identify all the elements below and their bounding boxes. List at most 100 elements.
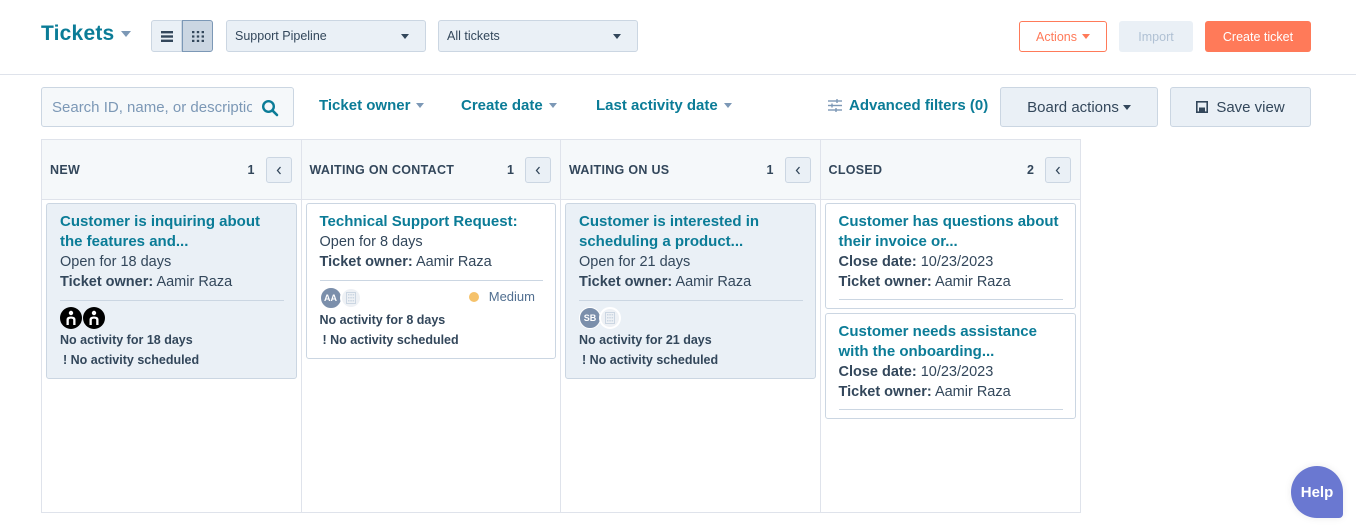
ticket-title[interactable]: Customer is interested in scheduling a p…	[579, 212, 803, 252]
page-title: Tickets	[41, 22, 115, 45]
filter-label: Create date	[461, 97, 543, 114]
board-view-button[interactable]	[182, 20, 213, 52]
pipeline-select-value: Support Pipeline	[235, 29, 327, 43]
scheduled-status: ! No activity scheduled	[582, 353, 719, 367]
filter-last-activity-date[interactable]: Last activity date	[596, 97, 732, 114]
ticket-close-date: Close date: 10/23/2023	[839, 362, 1064, 382]
column-count: 1	[247, 163, 255, 177]
board-actions-button[interactable]: Board actions	[1000, 87, 1158, 127]
filter-label: Last activity date	[596, 97, 718, 114]
actions-button[interactable]: Actions	[1019, 21, 1107, 52]
column-header: WAITING ON US 1	[561, 140, 820, 200]
divider	[579, 300, 803, 301]
board-actions-label: Board actions	[1027, 98, 1119, 116]
company-icon[interactable]	[339, 287, 362, 309]
filter-ticket-owner[interactable]: Ticket owner	[319, 97, 425, 114]
ticket-title[interactable]: Technical Support Request:	[320, 212, 544, 232]
owner-name: Aamir Raza	[934, 384, 1011, 400]
column-count: 2	[1027, 163, 1034, 177]
search-icon[interactable]	[261, 99, 279, 117]
column-header: CLOSED 2	[820, 140, 1080, 200]
ticket-card[interactable]: Customer is interested in scheduling a p…	[565, 203, 816, 379]
column-header: WAITING ON CONTACT 1	[301, 140, 560, 200]
collapse-column-button[interactable]	[265, 157, 292, 183]
associations: SB	[579, 306, 803, 330]
collapse-column-button[interactable]	[1045, 157, 1071, 183]
save-view-button[interactable]: Save view	[1170, 87, 1311, 127]
object-switcher[interactable]: Tickets	[41, 22, 132, 46]
scheduled-status: ! No activity scheduled	[63, 353, 200, 367]
activity-status: No activity for 18 days	[60, 333, 193, 347]
column-name: CLOSED	[828, 163, 883, 177]
associations: AA Medium	[319, 286, 544, 310]
list-view-button[interactable]	[151, 20, 182, 52]
owner-name: Aamir Raza	[156, 274, 233, 290]
priority-dot-icon	[468, 291, 479, 302]
caret-down-icon	[723, 103, 732, 108]
caret-down-icon	[548, 103, 557, 108]
ticket-card[interactable]: Customer has questions about their invoi…	[824, 203, 1076, 309]
collapse-column-button[interactable]	[525, 157, 551, 183]
associations	[60, 306, 284, 330]
column-name: WAITING ON CONTACT	[309, 163, 455, 177]
filter-create-date[interactable]: Create date	[461, 97, 557, 114]
ticket-board: NEW 1 Customer is inquiring about the fe…	[41, 139, 1081, 513]
ticket-title[interactable]: Customer has questions about their invoi…	[839, 212, 1064, 252]
column-header: NEW 1	[42, 140, 301, 200]
owner-label: Ticket owner:	[319, 254, 413, 270]
board-column-closed: CLOSED 2 Customer has questions about th…	[820, 140, 1080, 512]
column-name: NEW	[50, 163, 81, 177]
ticket-owner: Ticket owner: Aamir Raza	[839, 272, 1064, 292]
scheduled-status: ! No activity scheduled	[322, 333, 459, 347]
ticket-owner: Ticket owner: Aamir Raza	[60, 272, 284, 292]
board-column-waiting-on-us: WAITING ON US 1 Customer is interested i…	[561, 140, 821, 512]
owner-label: Ticket owner:	[838, 274, 932, 290]
ticket-card[interactable]: Customer needs assistance with the onboa…	[824, 313, 1076, 419]
caret-down-icon	[1122, 104, 1131, 110]
ticket-owner: Ticket owner: Aamir Raza	[320, 252, 544, 272]
search-input[interactable]	[52, 98, 252, 116]
actions-label: Actions	[1036, 29, 1077, 44]
ticket-card[interactable]: Customer is inquiring about the features…	[46, 203, 297, 379]
caret-down-icon	[121, 31, 132, 37]
caret-down-icon	[416, 103, 425, 108]
ticket-card[interactable]: Technical Support Request: Open for 8 da…	[305, 203, 556, 359]
save-icon	[1196, 101, 1209, 113]
avatar[interactable]: AA	[319, 287, 342, 309]
view-toggle	[151, 20, 213, 52]
view-select-value: All tickets	[447, 29, 500, 43]
advanced-filters-button[interactable]: Advanced filters (0)	[828, 97, 988, 114]
ticket-title[interactable]: Customer needs assistance with the onboa…	[839, 322, 1064, 362]
create-ticket-button[interactable]: Create ticket	[1205, 21, 1311, 52]
owner-label: Ticket owner:	[60, 274, 154, 290]
ticket-title[interactable]: Customer is inquiring about the features…	[60, 212, 284, 252]
owner-name: Aamir Raza	[415, 254, 492, 270]
caret-down-icon	[1082, 34, 1090, 39]
import-button[interactable]: Import	[1119, 21, 1193, 52]
contact-icon[interactable]	[83, 307, 105, 329]
column-name: WAITING ON US	[569, 163, 670, 177]
avatar[interactable]: SB	[579, 307, 601, 329]
ticket-close-date: Close date: 10/23/2023	[839, 252, 1064, 272]
import-label: Import	[1138, 29, 1174, 44]
board-column-new: NEW 1 Customer is inquiring about the fe…	[42, 140, 302, 512]
divider	[319, 280, 543, 281]
list-icon	[160, 30, 173, 42]
activity-status: No activity for 8 days	[319, 313, 446, 327]
divider	[60, 300, 284, 301]
owner-label: Ticket owner:	[838, 384, 932, 400]
collapse-column-button[interactable]	[784, 157, 811, 183]
chevron-left-icon	[1055, 166, 1060, 174]
sliders-icon	[828, 99, 842, 112]
contact-icon[interactable]	[60, 307, 82, 329]
help-label: Help	[1300, 483, 1334, 501]
pipeline-select[interactable]: Support Pipeline	[226, 20, 426, 52]
save-view-label: Save view	[1216, 98, 1285, 116]
grid-icon	[191, 30, 204, 42]
chevron-left-icon	[276, 166, 281, 174]
help-button[interactable]: Help	[1291, 466, 1343, 518]
view-select[interactable]: All tickets	[438, 20, 638, 52]
ticket-open-duration: Open for 18 days	[60, 254, 172, 270]
advanced-filters-label: Advanced filters (0)	[849, 97, 989, 114]
company-icon[interactable]	[599, 307, 621, 329]
